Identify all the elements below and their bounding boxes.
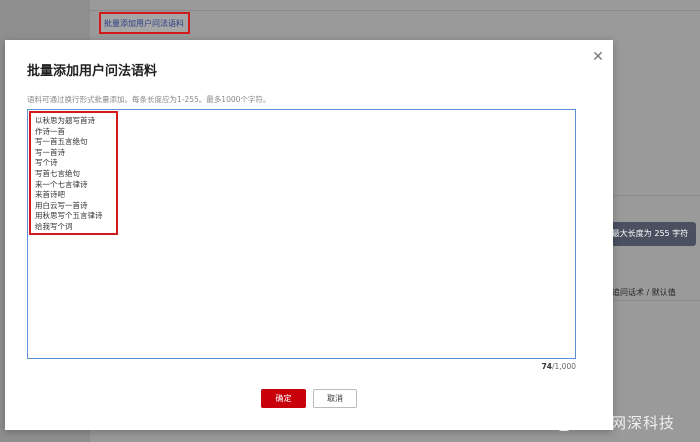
corpus-line: 来首诗吧 [35, 190, 65, 200]
corpus-line: 用秋思写个五言律诗 [35, 211, 103, 221]
batch-add-link[interactable]: 批量添加用户问法语料 [104, 18, 184, 29]
corpus-line: 写首七言绝句 [35, 168, 80, 178]
dialog-title: 批量添加用户问法语料 [27, 64, 158, 79]
corpus-textarea[interactable]: 以秋思为题写首诗 作诗一首 写一首五言绝句 写一首诗 写个诗 写首七言绝句 来一… [27, 109, 576, 359]
weibo-icon [555, 417, 574, 431]
corpus-line: 来一个七言律诗 [35, 179, 88, 189]
char-count-current: 74 [541, 362, 552, 371]
divider [90, 10, 700, 11]
dialog-hint: 语料可通过换行形式批量添加。每条长度应为1-255。最多1000个字符。 [27, 95, 271, 104]
confirm-button[interactable]: 确定 [261, 389, 306, 408]
corpus-line: 以秋思为题写首诗 [35, 116, 95, 125]
corpus-lines-highlight: 以秋思为题写首诗 作诗一首 写一首五言绝句 写一首诗 写个诗 写首七言绝句 来一… [29, 111, 118, 235]
char-counter: 74/1,000 [525, 362, 576, 371]
column-header-followup: 追问话术 / 默认值 [612, 288, 676, 297]
watermark-text: 互联网深科技 [579, 414, 676, 432]
close-icon[interactable]: ✕ [590, 49, 606, 65]
corpus-line: 写一首诗 [35, 147, 65, 157]
corpus-line: 写一首五言绝句 [35, 137, 88, 147]
char-count-max: /1,000 [552, 362, 576, 371]
cancel-button[interactable]: 取消 [313, 389, 357, 408]
corpus-line: 用白云写一首诗 [35, 200, 88, 210]
batch-add-dialog: ✕ 批量添加用户问法语料 语料可通过换行形式批量添加。每条长度应为1-255。最… [5, 40, 613, 430]
watermark: 互联网深科技 [554, 412, 675, 433]
corpus-line: 写个诗 [35, 158, 58, 168]
corpus-line: 作诗一首 [35, 126, 65, 136]
corpus-line: 给我写个词 [35, 221, 73, 231]
